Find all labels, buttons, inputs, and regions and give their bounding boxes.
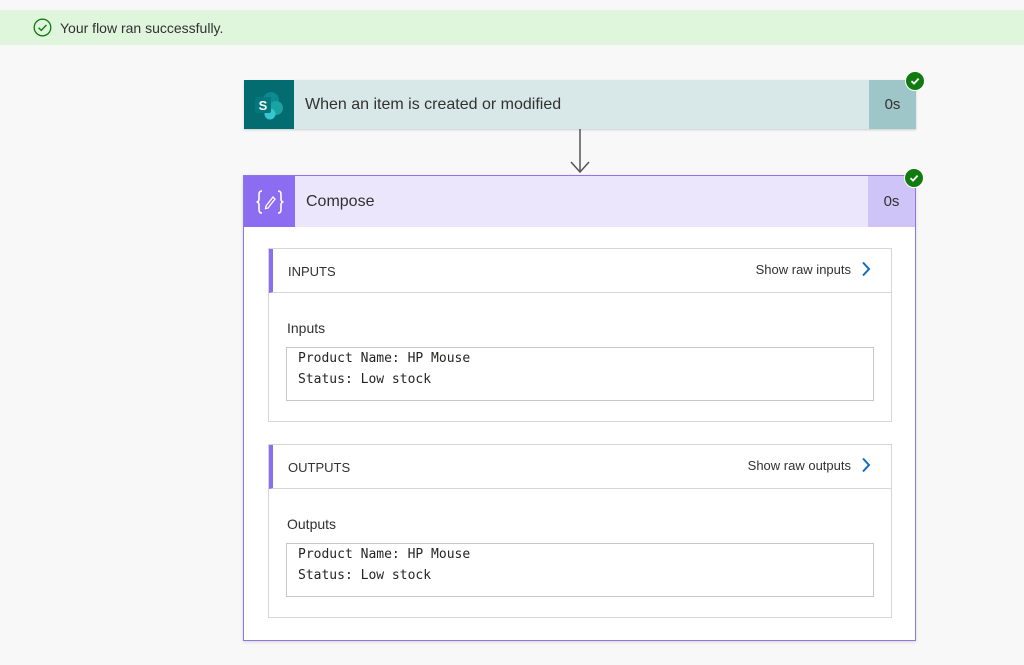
compose-title: Compose [306, 193, 375, 210]
chevron-right-icon [862, 457, 871, 473]
banner-message: Your flow ran successfully. [60, 20, 224, 36]
trigger-title: When an item is created or modified [305, 96, 562, 113]
outputs-line: Status: Low stock [298, 568, 432, 583]
show-raw-inputs-button[interactable]: Show raw inputs [756, 261, 871, 277]
inputs-section: INPUTS Show raw inputs Inputs Product Na… [268, 248, 892, 422]
outputs-line: Product Name: HP Mouse [298, 547, 471, 562]
success-banner: Your flow ran successfully. [0, 10, 1024, 45]
compose-header[interactable]: Compose 0s [244, 176, 915, 227]
trigger-card[interactable]: S When an item is created or modified 0s [244, 80, 916, 129]
check-circle-icon [33, 18, 52, 37]
inputs-section-header: INPUTS Show raw inputs [269, 249, 891, 293]
sharepoint-icon: S [244, 80, 294, 129]
outputs-section-header: OUTPUTS Show raw outputs [269, 445, 891, 489]
inputs-value-box: Product Name: HP Mouse Status: Low stock [286, 347, 874, 401]
svg-text:S: S [259, 98, 268, 113]
trigger-success-check-icon [905, 71, 925, 91]
outputs-field-label: Outputs [287, 516, 337, 532]
show-raw-inputs-label: Show raw inputs [755, 261, 851, 277]
outputs-section: OUTPUTS Show raw outputs Outputs Product… [268, 444, 892, 618]
compose-card: Compose 0s INPUTS Show raw inputs Inputs… [243, 175, 916, 641]
flow-arrow-icon [570, 129, 590, 174]
inputs-line: Product Name: HP Mouse [298, 351, 471, 366]
show-raw-outputs-button[interactable]: Show raw outputs [748, 457, 871, 473]
outputs-value-box: Product Name: HP Mouse Status: Low stock [286, 543, 874, 597]
compose-success-check-icon [904, 168, 924, 188]
compose-braces-icon [244, 176, 295, 227]
inputs-field-label: Inputs [287, 320, 326, 336]
show-raw-outputs-label: Show raw outputs [747, 457, 851, 473]
chevron-right-icon [862, 261, 871, 277]
inputs-line: Status: Low stock [298, 372, 432, 387]
outputs-heading: OUTPUTS [288, 460, 351, 475]
inputs-heading: INPUTS [288, 264, 336, 279]
